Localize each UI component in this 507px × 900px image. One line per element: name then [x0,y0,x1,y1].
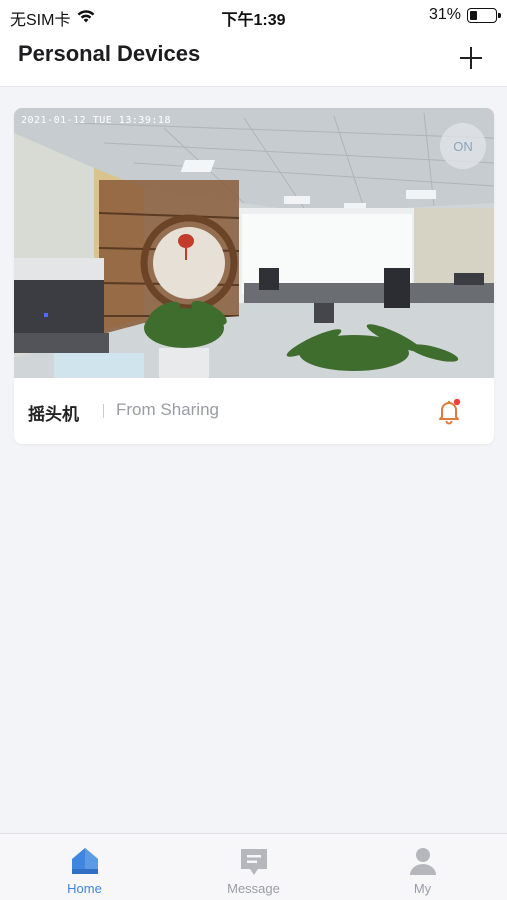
tab-my[interactable]: My [338,834,507,900]
user-icon [409,848,436,875]
tab-message[interactable]: Message [169,834,338,900]
battery-percent: 31% [428,6,461,23]
power-toggle-button[interactable]: ON [440,123,486,169]
camera-preview[interactable]: 2021-01-12 TUE 13:39:18 ON [14,108,494,378]
tab-message-label: Message [227,881,280,896]
message-icon [240,849,267,875]
camera-snapshot-image [14,108,494,378]
divider [103,404,104,418]
header-divider [0,86,507,87]
battery-icon [467,7,501,23]
card-footer: 摇头机 From Sharing [14,378,494,444]
home-icon [71,848,98,874]
device-card[interactable]: 2021-01-12 TUE 13:39:18 ON 摇头机 From Shar… [14,108,494,444]
tab-home-label: Home [67,881,102,896]
bottom-tab-bar: Home Message My [0,833,507,900]
status-right: 31% [428,6,501,24]
page-title: Personal Devices [18,41,201,66]
camera-timestamp: 2021-01-12 TUE 13:39:18 [21,115,171,126]
tab-home[interactable]: Home [0,834,169,900]
notification-dot [453,398,461,406]
device-name: 摇头机 [28,405,79,424]
add-device-button[interactable] [455,42,487,74]
share-source-label: From Sharing [116,400,219,419]
bell-icon [439,398,461,425]
tab-my-label: My [413,881,432,896]
header: Personal Devices [0,32,507,86]
alerts-button[interactable] [434,396,464,426]
battery-level-fill [470,10,477,20]
plus-icon [460,47,482,69]
status-bar: 无SIM卡 下午1:39 31% [0,0,507,32]
